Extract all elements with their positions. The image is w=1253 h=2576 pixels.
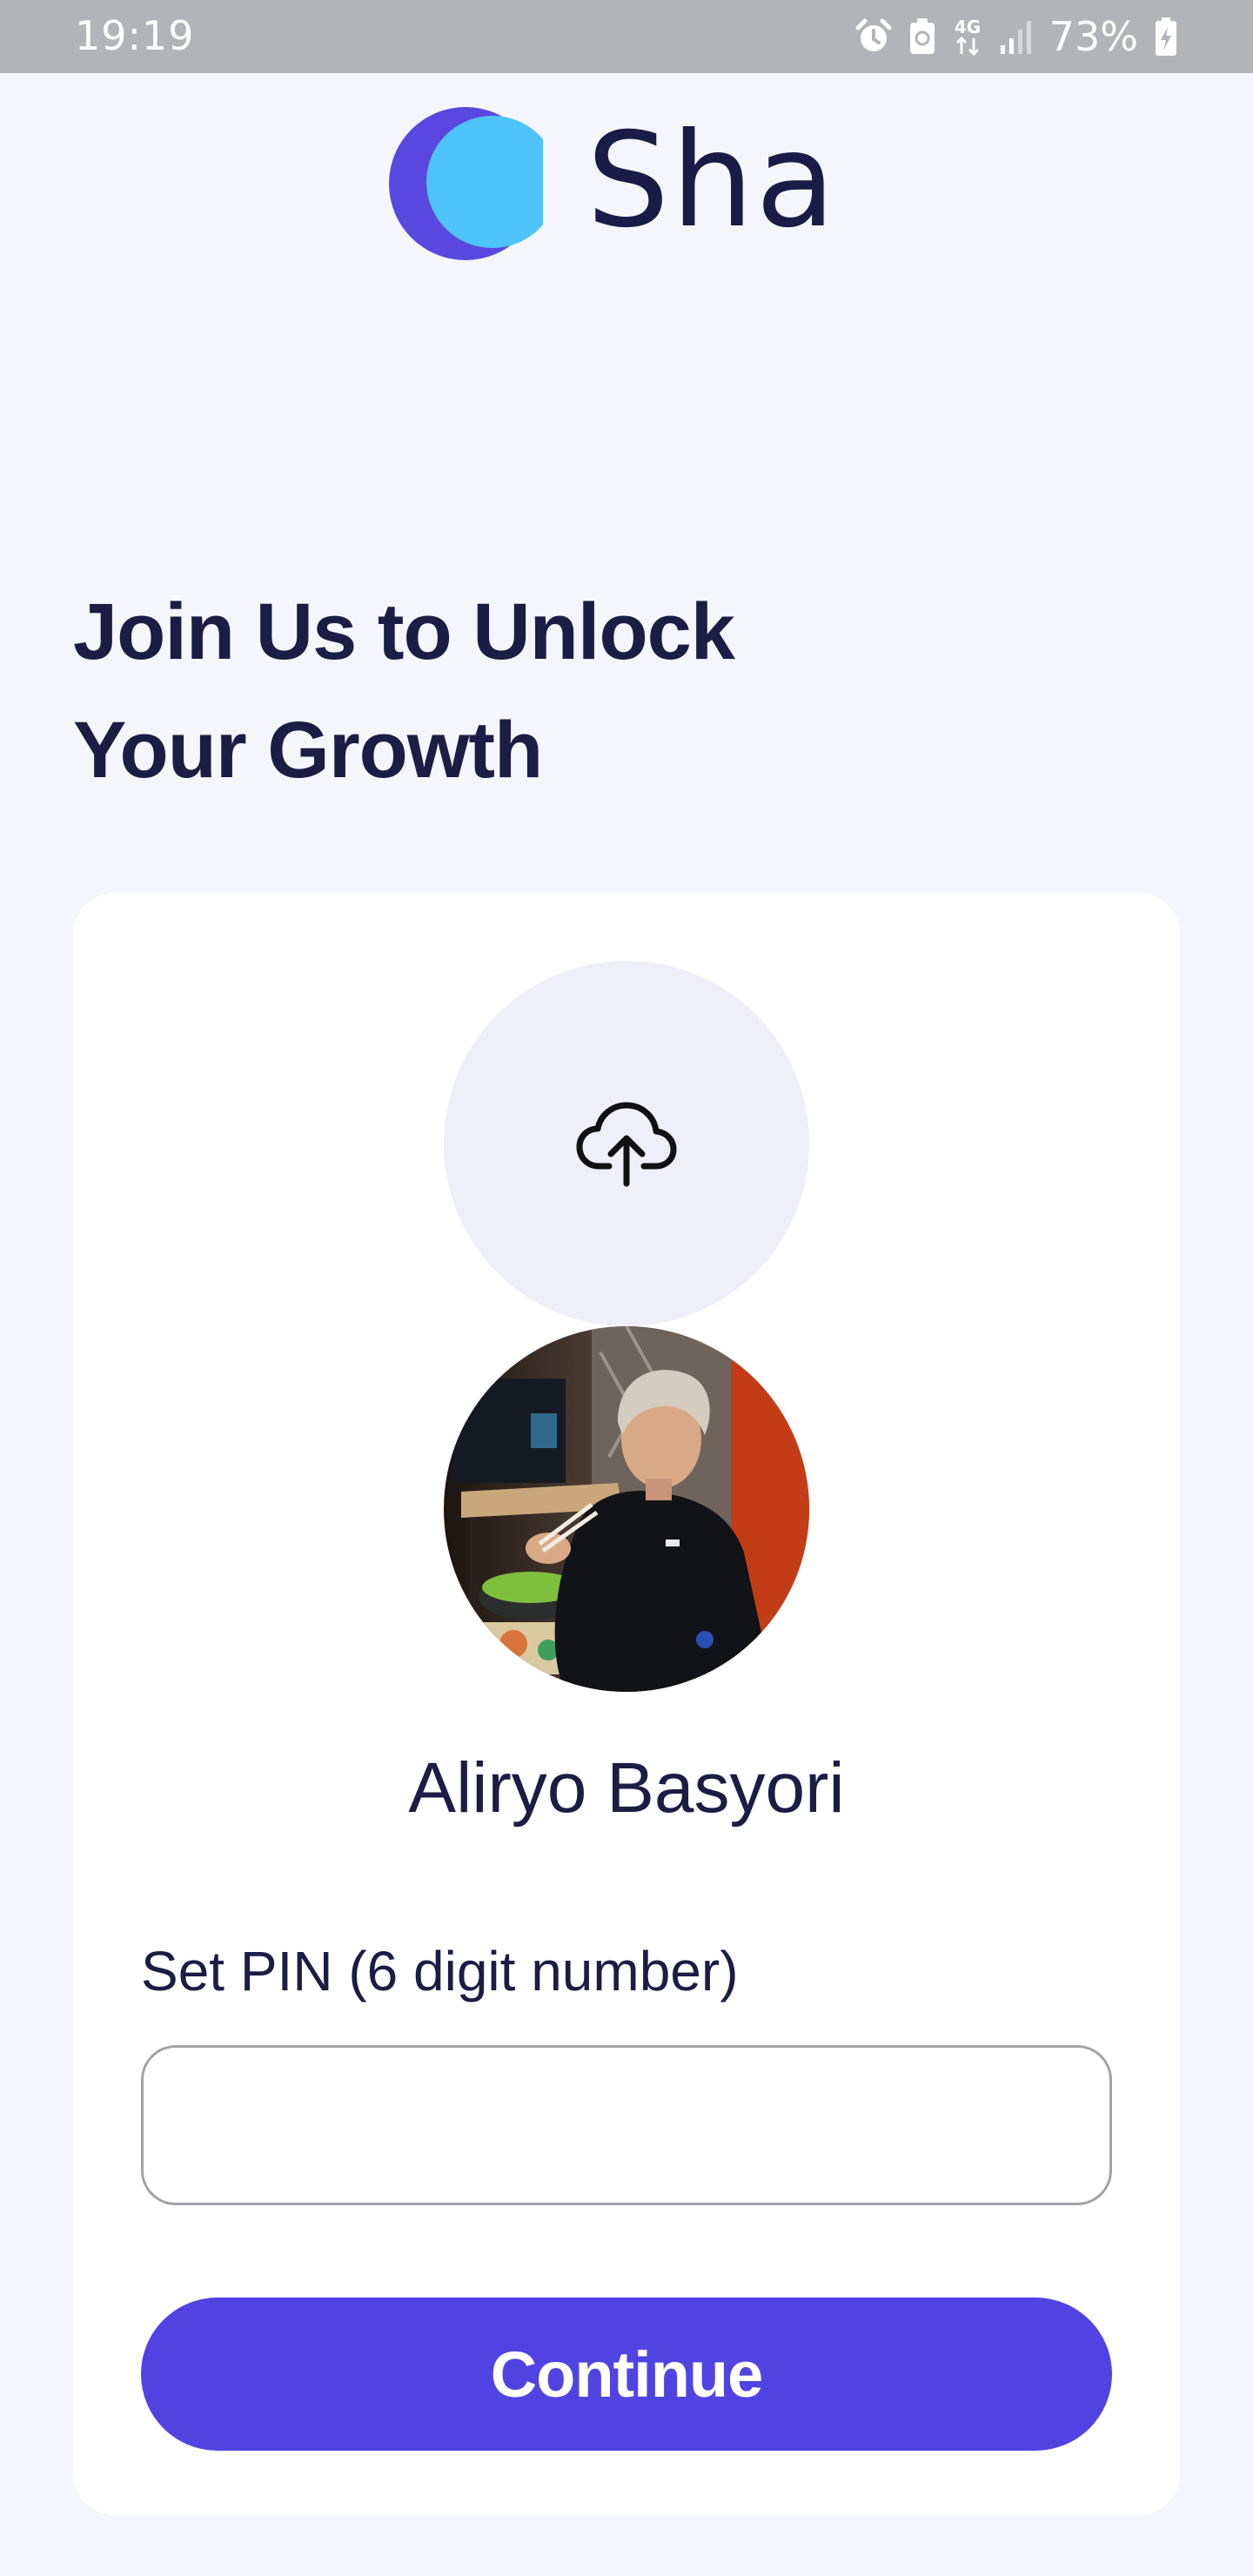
profile-photo [444, 1326, 809, 1692]
network-4g-icon: 4G [955, 17, 981, 57]
svg-text:4G: 4G [955, 17, 981, 37]
page-title-line-1: Join Us to Unlock [73, 587, 735, 676]
page-title-line-2: Your Growth [73, 706, 543, 795]
battery-saver-icon [909, 18, 935, 54]
app-logo: Sha [388, 106, 875, 261]
avatar [444, 1326, 809, 1692]
brand-name: Sha [586, 105, 838, 257]
status-icons: 4G 73% [854, 10, 1178, 63]
alarm-icon [855, 18, 892, 51]
pin-input[interactable] [141, 2045, 1112, 2205]
battery-charging-icon [1156, 17, 1176, 56]
status-bar: 19:19 4G 73% [0, 0, 1253, 73]
battery-percentage: 73% [1049, 13, 1138, 60]
status-time: 19:19 [75, 12, 195, 59]
page-title: Join Us to Unlock Your Growth [73, 573, 856, 809]
continue-button[interactable]: Continue [141, 2298, 1112, 2451]
cloud-upload-icon [576, 1102, 677, 1187]
crescent-moon-logo-icon [389, 107, 543, 260]
signal-icon [1000, 21, 1031, 54]
registration-card: Aliryo Basyori Set PIN (6 digit number) … [73, 893, 1180, 2515]
user-name: Aliryo Basyori [408, 1748, 845, 1828]
upload-photo-button[interactable] [444, 961, 809, 1326]
pin-field-label: Set PIN (6 digit number) [141, 1940, 739, 2002]
